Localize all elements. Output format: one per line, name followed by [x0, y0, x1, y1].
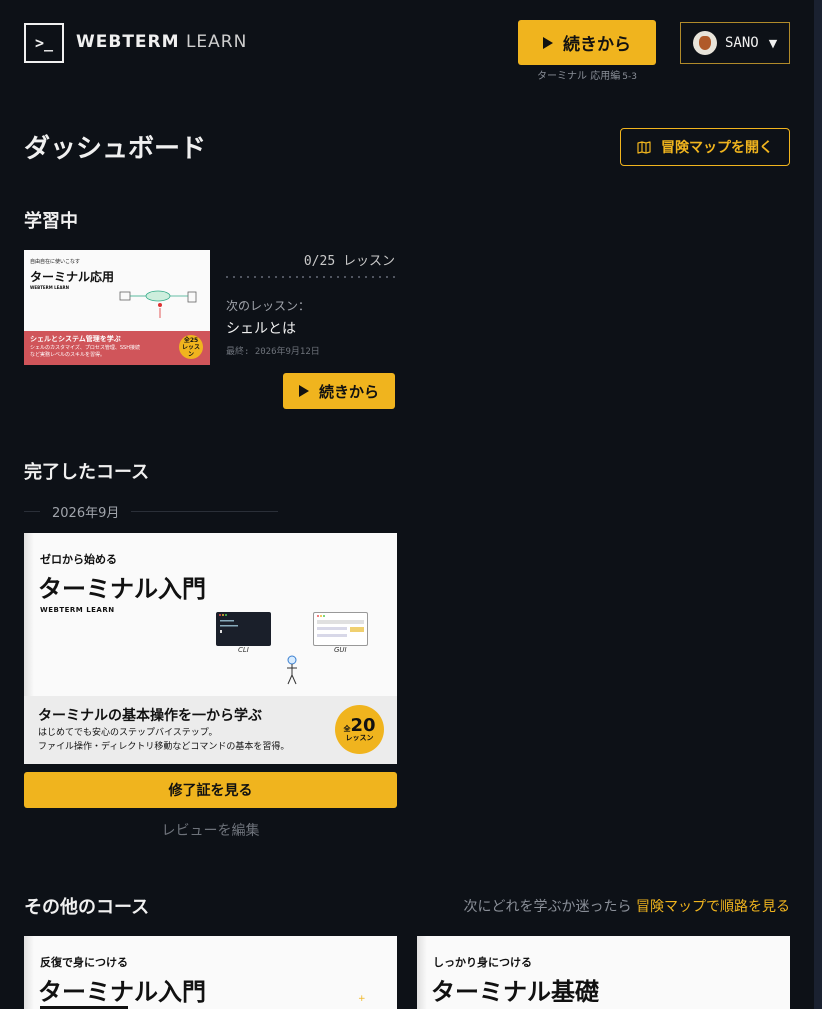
brand-light: LEARN: [185, 32, 248, 52]
course-title: ターミナル入門: [38, 978, 206, 1006]
brand-logo[interactable]: WEBTERM LEARN: [76, 32, 247, 52]
thumb-tagline: 自由自在に使いこなす: [30, 259, 81, 265]
scrollbar[interactable]: [814, 0, 822, 1009]
course-card-intro-practice[interactable]: 反復で身につける ターミナル入門 +: [24, 936, 397, 1009]
course-tagline: 反復で身につける: [40, 956, 128, 969]
course-thumbnail-advanced[interactable]: 自由自在に使いこなす ターミナル応用 WEBTERM LEARN シェルとシステ…: [24, 250, 210, 365]
view-certificate-button[interactable]: 修了証を見る: [24, 772, 397, 808]
badge-unit: レッスン: [345, 734, 374, 742]
thumb-bottom-desc-1: はじめてでも安心のステップバイステップ。: [38, 728, 218, 738]
section-title-learning: 学習中: [24, 211, 78, 232]
play-icon: [543, 36, 553, 49]
progress-dots: [226, 276, 395, 280]
lesson-progress: 0/25 レッスン: [303, 254, 395, 269]
thumb-brand: WEBTERM LEARN: [40, 606, 115, 614]
roadmap-hint-text: 次にどれを学ぶか迷ったら: [463, 899, 632, 915]
play-icon: [298, 385, 309, 397]
terminal-illustration: [216, 612, 271, 646]
header-continue-button[interactable]: 続きから: [518, 20, 656, 65]
gui-label: GUI: [334, 646, 347, 654]
open-map-button[interactable]: 冒険マップを開く: [620, 128, 790, 166]
badge-number: 20: [350, 715, 376, 736]
lesson-count-badge: 全25 レッスン: [179, 335, 203, 359]
completed-date: 2026年9月: [52, 505, 120, 521]
roadmap-link[interactable]: 冒険マップで順路を見る: [636, 899, 790, 915]
gui-illustration: [313, 612, 368, 646]
last-access-date: 最終: 2026年9月12日: [226, 347, 320, 357]
roadmap-hint: 次にどれを学ぶか迷ったら 冒険マップで順路を見る: [430, 896, 790, 916]
header-continue-lesson-num: 5-3: [622, 72, 637, 82]
thumb-bottom-desc: シェルのカスタマイズ、プロセス管理、SSH接続など実務レベルのスキルを習得。: [30, 345, 140, 358]
sparkle-icon: +: [358, 994, 366, 1004]
section-title-other: その他のコース: [24, 897, 150, 918]
logo-icon[interactable]: >_: [24, 23, 64, 63]
thumb-bottom-title: シェルとシステム管理を学ぶ: [30, 335, 121, 343]
edit-review-link[interactable]: レビューを編集: [24, 820, 397, 840]
date-separator: 2026年9月: [24, 502, 278, 521]
course-tagline: しっかり身につける: [433, 956, 532, 969]
course-continue-button[interactable]: 続きから: [283, 373, 395, 409]
next-lesson-label: 次のレッスン：: [226, 299, 311, 313]
map-icon: [637, 140, 651, 154]
thumb-bottom-title: ターミナルの基本操作を一から学ぶ: [38, 708, 262, 724]
logo-glyph: >_: [34, 34, 54, 52]
chevron-down-icon: ▼: [768, 36, 778, 50]
brand-bold: WEBTERM: [76, 32, 180, 52]
course-card-basics[interactable]: しっかり身につける ターミナル基礎: [417, 936, 790, 1009]
header-continue-course: ターミナル 応用編 5-3: [518, 67, 656, 82]
thumb-brand: WEBTERM LEARN: [30, 285, 69, 290]
course-thumbnail-intro[interactable]: ゼロから始める ターミナル入門 WEBTERM LEARN CLI GUI ター…: [24, 533, 397, 764]
user-menu[interactable]: SANO ▼: [680, 22, 790, 64]
cli-label: CLI: [238, 646, 249, 654]
next-lesson-title[interactable]: シェルとは: [226, 318, 296, 338]
page-title: ダッシュボード: [24, 134, 207, 164]
course-title: ターミナル基礎: [431, 978, 599, 1006]
header-continue-label: 続きから: [563, 35, 631, 55]
username: SANO: [725, 35, 759, 51]
section-title-completed: 完了したコース: [24, 462, 150, 483]
thumb-bottom-desc-2: ファイル操作・ディレクトリ移動などコマンドの基本を習得。: [38, 742, 290, 752]
network-illustration: [119, 290, 197, 318]
thumb-title: ターミナル入門: [38, 575, 206, 603]
thumb-title: ターミナル応用: [30, 270, 115, 284]
lesson-count-badge: 全20 レッスン: [335, 705, 384, 754]
course-continue-label: 続きから: [318, 382, 379, 401]
header-continue-course-name: ターミナル 応用編: [537, 71, 621, 82]
avatar: [693, 31, 717, 55]
person-illustration: [287, 655, 297, 685]
view-certificate-label: 修了証を見る: [168, 783, 253, 799]
thumb-tagline: ゼロから始める: [40, 553, 117, 566]
open-map-label: 冒険マップを開く: [661, 140, 773, 156]
